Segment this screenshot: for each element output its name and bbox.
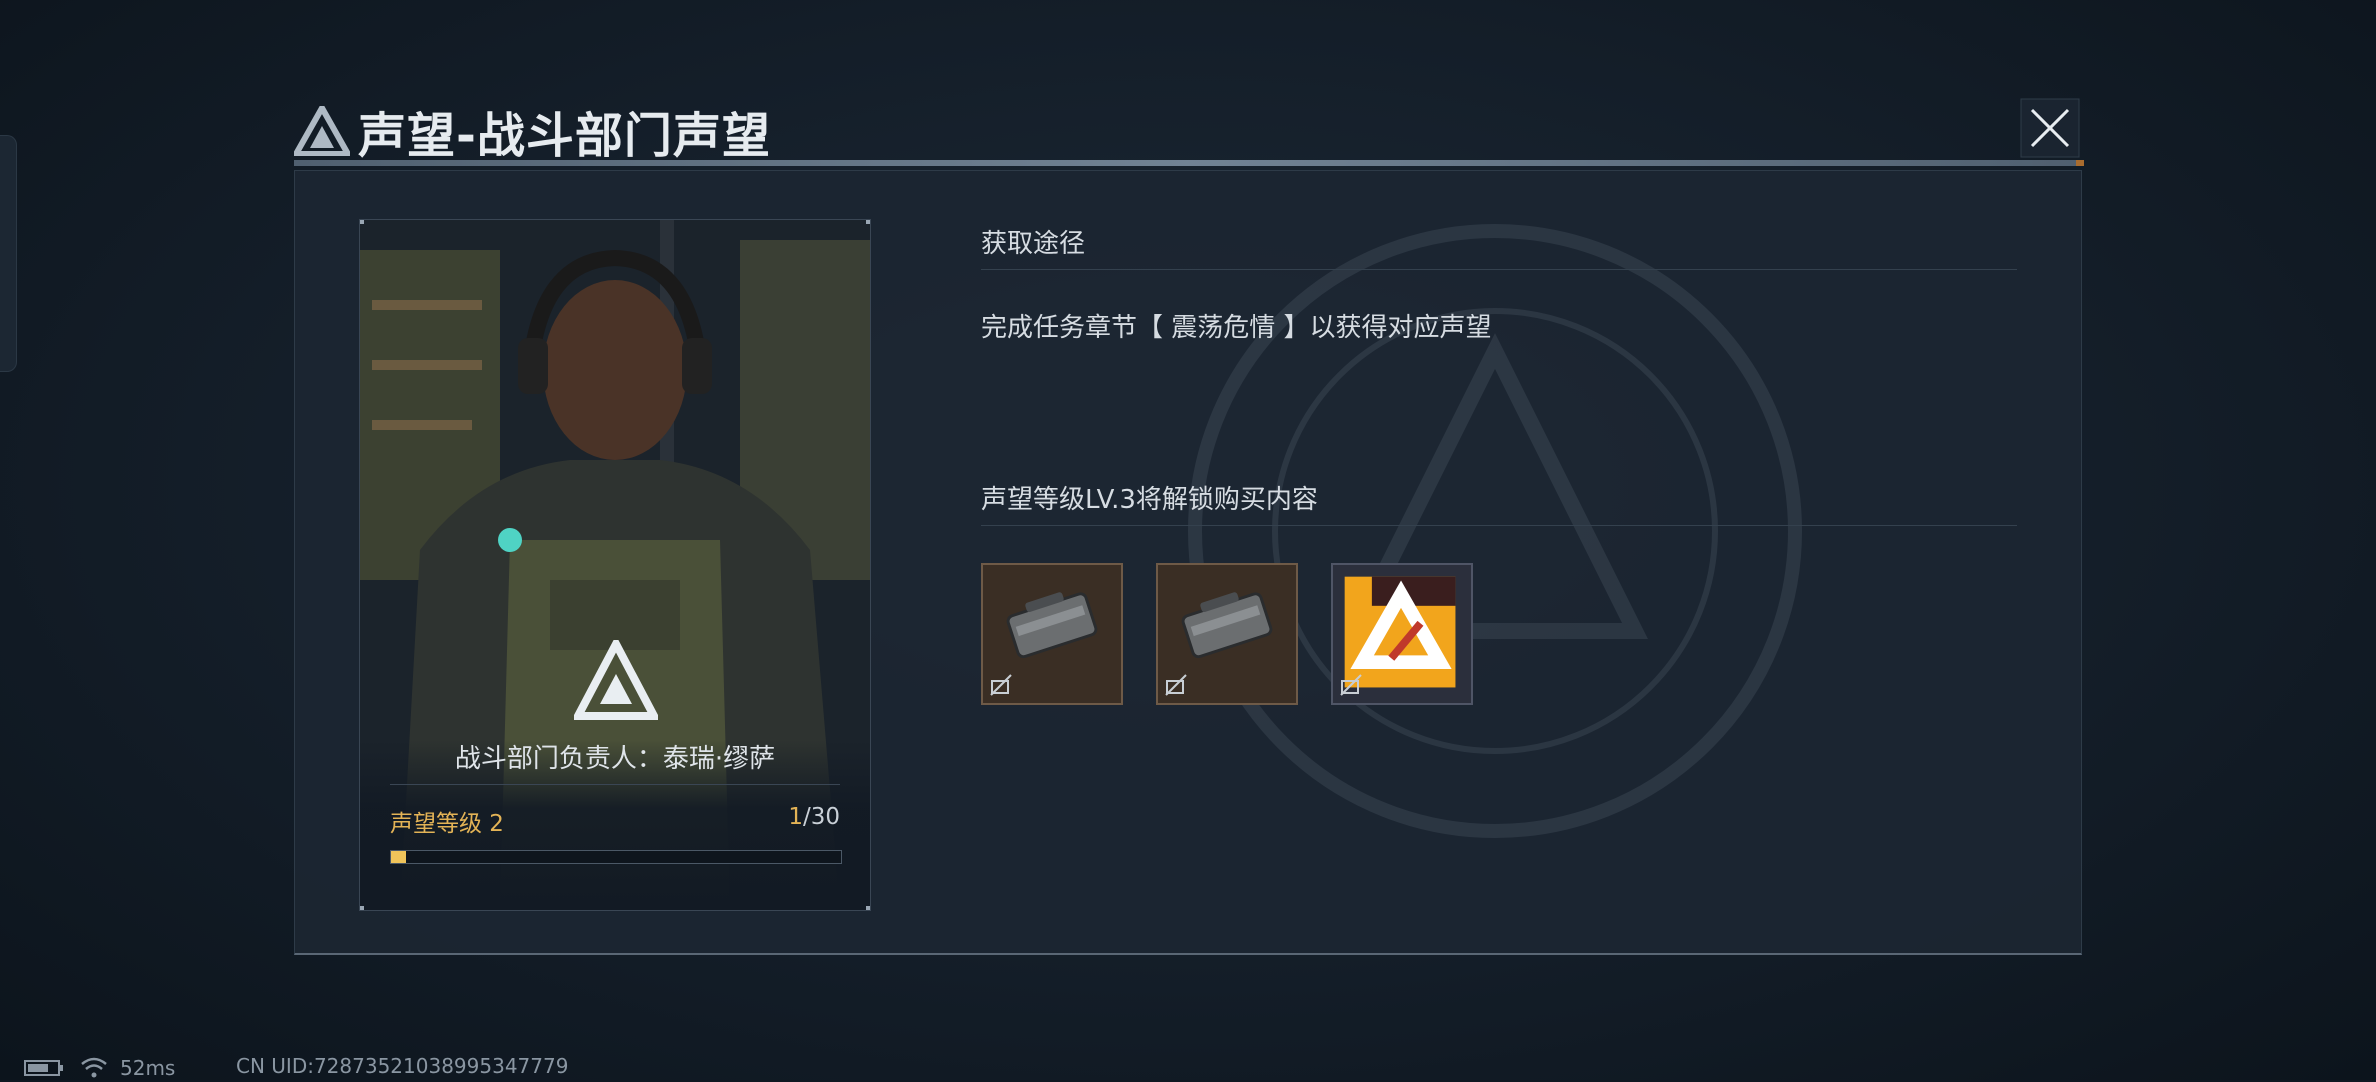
unlock-item[interactable] [981,563,1123,705]
card-corner [866,220,870,224]
faction-logo-icon [574,640,658,720]
reputation-progress-bar [390,850,842,864]
progress-current: 1 [788,804,803,830]
card-corner [360,220,364,224]
status-bar: 52ms [24,1054,175,1082]
uid-text: CN UID:72873521038995347779 [236,1054,569,1078]
locked-icon [1165,674,1187,696]
unlock-item[interactable] [1331,563,1473,705]
card-divider [390,784,840,785]
reputation-level: 声望等级 2 [390,811,504,837]
unlock-section-title: 声望等级LV.3将解锁购买内容 [981,485,1318,515]
reputation-panel: 战斗部门负责人：泰瑞·缪萨 声望等级 2 1/30 获取途径 完成任务章节【 震… [294,170,2082,955]
section-divider [981,525,2017,526]
ping-text: 52ms [120,1056,176,1080]
locked-icon [1340,674,1362,696]
character-card: 战斗部门负责人：泰瑞·缪萨 声望等级 2 1/30 [359,219,871,911]
battery-icon [24,1060,63,1076]
acquire-section-title: 获取途径 [981,229,1086,259]
modal-header: 声望-战斗部门声望 [282,88,2084,166]
header-divider [294,160,2084,166]
reputation-progress-fill [391,851,406,863]
card-corner [866,906,870,910]
character-name: 战斗部门负责人：泰瑞·缪萨 [454,744,776,774]
locked-icon [990,674,1012,696]
reputation-progress-text: 1/30 [788,804,840,830]
close-icon[interactable] [2020,98,2080,158]
card-corner [360,906,364,910]
unlock-item[interactable] [1156,563,1298,705]
acquire-description: 完成任务章节【 震荡危情 】以获得对应声望 [981,313,1492,343]
wifi-icon [81,1057,107,1078]
progress-total: /30 [802,804,840,830]
page-title: 声望-战斗部门声望 [358,108,771,164]
side-drawer-handle[interactable] [0,135,17,372]
unlock-items [981,563,1473,705]
faction-logo-icon [294,106,350,156]
section-divider [981,269,2017,270]
